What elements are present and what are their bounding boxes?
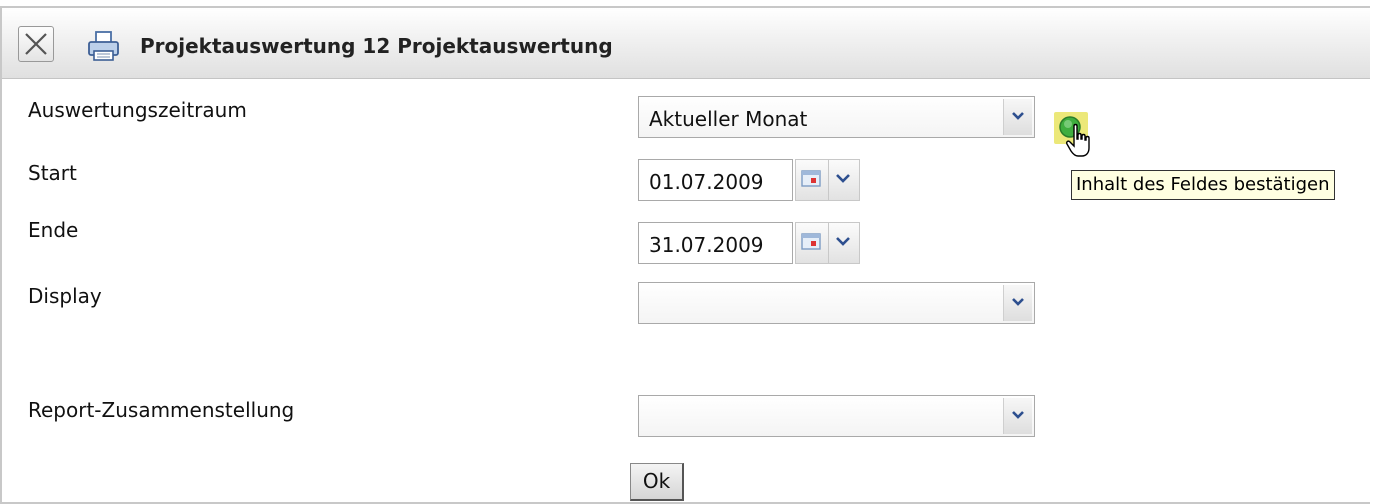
chevron-down-icon <box>1012 298 1024 306</box>
calendar-icon <box>801 170 821 187</box>
period-dropdown-button[interactable] <box>1003 99 1032 135</box>
display-dropdown-button[interactable] <box>1003 285 1032 321</box>
display-label: Display <box>28 284 102 308</box>
chevron-down-icon <box>1012 411 1024 419</box>
report-label: Report-Zusammenstellung <box>28 398 295 422</box>
hand-cursor-icon <box>1066 123 1090 157</box>
confirm-tooltip: Inhalt des Feldes bestätigen <box>1071 170 1335 200</box>
report-window: Projektauswertung 12 Projektauswertung A… <box>0 6 1370 504</box>
start-calendar-button[interactable] <box>795 159 829 201</box>
close-icon <box>25 33 47 55</box>
period-select[interactable]: Aktueller Monat <box>638 96 1035 138</box>
window-header: Projektauswertung 12 Projektauswertung <box>2 8 1370 79</box>
page-title: Projektauswertung 12 Projektauswertung <box>140 34 613 58</box>
close-button[interactable] <box>18 26 54 62</box>
report-dropdown-button[interactable] <box>1003 398 1032 434</box>
calendar-icon <box>801 233 821 250</box>
chevron-down-icon <box>836 237 850 246</box>
start-dropdown-button[interactable] <box>829 159 860 201</box>
end-dropdown-button[interactable] <box>829 222 860 264</box>
display-select[interactable] <box>638 282 1035 324</box>
report-select[interactable] <box>638 395 1035 437</box>
printer-icon <box>88 31 119 61</box>
end-calendar-button[interactable] <box>795 222 829 264</box>
print-button[interactable] <box>86 30 122 62</box>
period-select-value: Aktueller Monat <box>649 107 808 131</box>
start-label: Start <box>28 161 77 185</box>
start-date-value: 01.07.2009 <box>649 170 764 194</box>
end-label: Ende <box>28 218 79 242</box>
chevron-down-icon <box>1012 112 1024 120</box>
end-date-value: 31.07.2009 <box>649 233 764 257</box>
end-date-input[interactable]: 31.07.2009 <box>638 222 793 264</box>
chevron-down-icon <box>836 174 850 183</box>
start-date-input[interactable]: 01.07.2009 <box>638 159 793 201</box>
confirm-field-button[interactable] <box>1054 112 1090 157</box>
period-label: Auswertungszeitraum <box>28 98 247 122</box>
ok-button[interactable]: Ok <box>630 463 684 501</box>
